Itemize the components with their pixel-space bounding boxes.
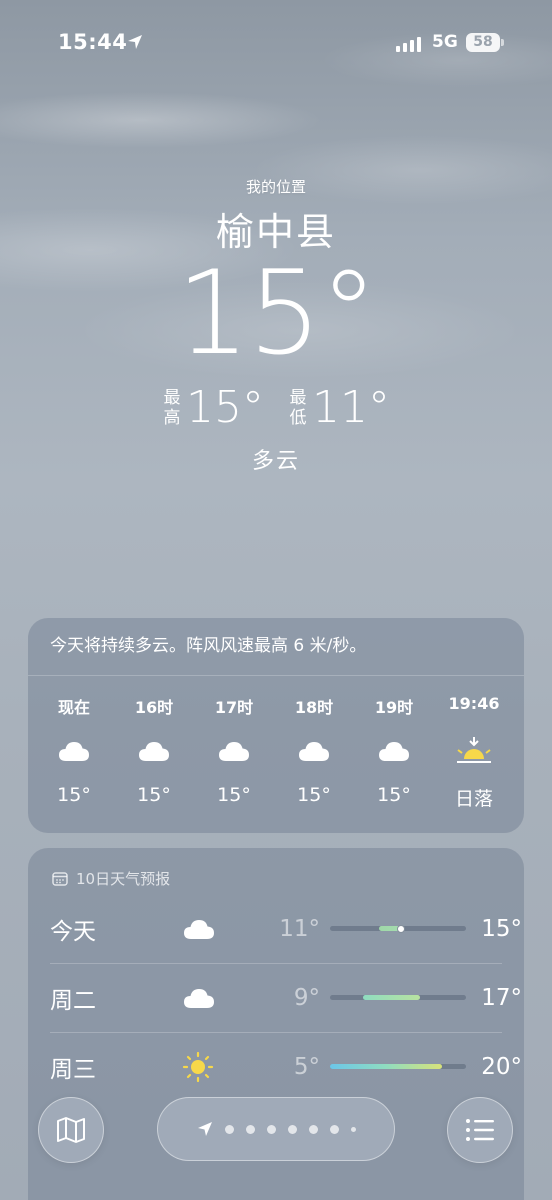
page-dot[interactable]: [245, 1124, 255, 1134]
cloud-icon: [160, 986, 240, 1010]
day-low: 9°: [293, 984, 320, 1011]
hour-item: 19:46 日落: [434, 676, 514, 811]
day-low: 5°: [293, 1053, 320, 1080]
day-high: 17°: [481, 984, 522, 1011]
daily-header-label: 10日天气预报: [76, 869, 171, 888]
map-button[interactable]: [38, 1097, 104, 1163]
hourly-list[interactable]: 现在 15° 16时 15° 17时 15° 18时 15° 19时 15° 19:46 日落: [28, 676, 524, 811]
hour-item: 现在 15°: [34, 676, 114, 811]
page-dot[interactable]: [308, 1124, 318, 1134]
day-row[interactable]: 周三 5° 20°: [28, 1032, 524, 1101]
page-dot[interactable]: [287, 1124, 297, 1134]
cloud-icon: [274, 736, 354, 766]
page-dot[interactable]: [224, 1124, 234, 1134]
temp-range-bar: [330, 1064, 466, 1069]
hour-temp: 15°: [217, 784, 251, 806]
day-name: 今天: [50, 918, 96, 945]
temp-range-bar: [330, 995, 466, 1000]
page-dot[interactable]: [350, 1126, 356, 1132]
current-temp-marker: [396, 924, 405, 933]
condition-text: 多云: [251, 449, 300, 474]
location-label: 我的位置: [245, 178, 306, 196]
page-dot[interactable]: [329, 1124, 339, 1134]
battery-indicator: 58: [466, 33, 500, 52]
low-label: 最低: [289, 387, 307, 428]
battery-cap: [501, 39, 504, 46]
page-dot[interactable]: [266, 1124, 276, 1134]
day-row[interactable]: 今天 11° 15°: [28, 894, 524, 963]
day-high: 15°: [481, 915, 522, 942]
location-arrow-icon: [128, 35, 142, 49]
hour-temp: 15°: [57, 784, 91, 806]
day-low: 11°: [279, 915, 320, 942]
status-bar: 15:44 5G 58: [0, 30, 552, 60]
day-row[interactable]: 周二 9° 17°: [28, 963, 524, 1032]
cloud-icon: [354, 736, 434, 766]
map-icon: [57, 1117, 85, 1143]
calendar-icon: [52, 871, 68, 886]
cloud-icon: [194, 736, 274, 766]
sun-icon: [160, 1051, 240, 1083]
day-high: 20°: [481, 1053, 522, 1080]
hour-item: 16时 15°: [114, 676, 194, 811]
hour-item: 18时 15°: [274, 676, 354, 811]
location-list-button[interactable]: [447, 1097, 513, 1163]
status-time: 15:44: [58, 30, 128, 54]
current-weather: 我的位置 榆中县 15° 最高 15° 最低 11° 多云: [0, 176, 552, 475]
forecast-summary: 今天将持续多云。阵风风速最高 6 米/秒。: [28, 618, 524, 676]
sunset-icon: [434, 736, 514, 766]
hour-label: 18时: [294, 698, 334, 717]
current-temperature: 15°: [176, 246, 378, 381]
high-label: 最高: [163, 387, 181, 428]
hour-label: 19:46: [448, 694, 500, 713]
day-name: 周三: [50, 1056, 96, 1083]
page-indicator[interactable]: [157, 1097, 395, 1161]
cloud-icon: [114, 736, 194, 766]
hour-temp: 15°: [297, 784, 331, 806]
hour-label: 现在: [57, 698, 90, 717]
temp-range-fill: [362, 995, 420, 1000]
high-low: 最高 15° 最低 11°: [0, 382, 552, 433]
cloud-icon: [34, 736, 114, 766]
high-temp: 15°: [186, 382, 264, 433]
temp-range-bar: [330, 924, 466, 933]
hour-label: 19时: [374, 698, 414, 717]
list-icon: [466, 1119, 494, 1141]
hour-temp: 日落: [454, 788, 493, 810]
hourly-forecast-card[interactable]: 今天将持续多云。阵风风速最高 6 米/秒。 现在 15° 16时 15° 17时 15° 1…: [28, 618, 524, 833]
hour-label: 17时: [214, 698, 254, 717]
hour-item: 19时 15°: [354, 676, 434, 811]
hour-item: 17时 15°: [194, 676, 274, 811]
hour-label: 16时: [134, 698, 174, 717]
daily-list[interactable]: 今天 11° 15° 周二 9° 17° 周三 5° 20°: [28, 894, 524, 1101]
cloud-icon: [160, 917, 240, 941]
hour-temp: 15°: [377, 784, 411, 806]
network-type: 5G: [432, 32, 458, 52]
current-location-page-icon[interactable]: [197, 1121, 213, 1137]
day-name: 周二: [50, 987, 96, 1014]
low-temp: 11°: [312, 382, 390, 433]
daily-header: 10日天气预报: [28, 848, 524, 894]
hour-temp: 15°: [137, 784, 171, 806]
temp-range-fill: [330, 1064, 442, 1069]
cellular-signal-icon: [396, 37, 421, 52]
